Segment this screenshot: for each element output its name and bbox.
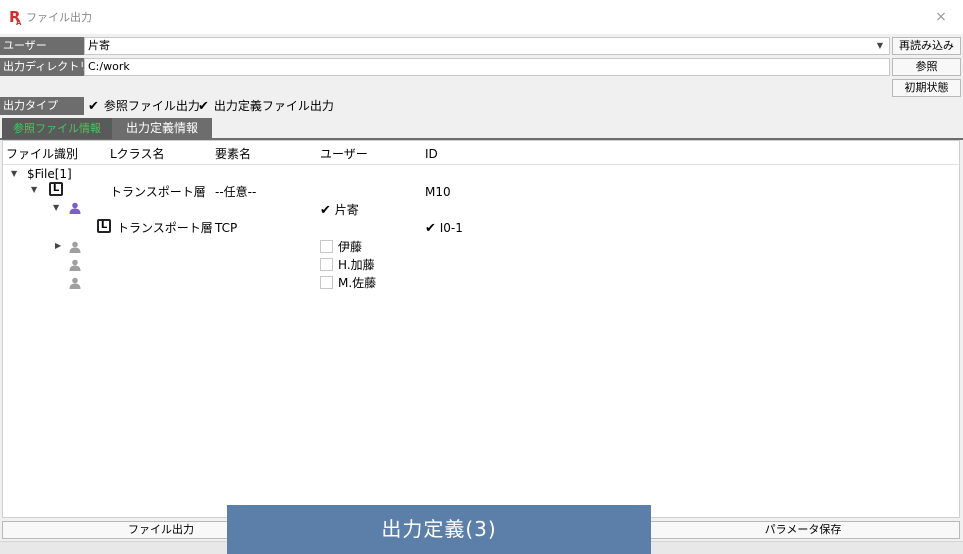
column-header-user[interactable]: ユーザー — [320, 147, 368, 161]
user-name: 片寄 — [334, 203, 359, 217]
tree-row-lclass: トランスポート層 — [117, 221, 213, 235]
ref-file-output-label: 参照ファイル出力 — [103, 99, 200, 113]
expand-toggle-icon[interactable]: ▼ — [53, 201, 59, 215]
column-header-element[interactable]: 要素名 — [215, 147, 251, 161]
chevron-down-icon: ▼ — [876, 41, 883, 50]
tree-root-label[interactable]: $File[1] — [27, 167, 72, 181]
tab-ref-file-info[interactable]: 参照ファイル情報 — [2, 118, 112, 139]
user-name: 伊藤 — [338, 240, 363, 254]
close-button[interactable]: × — [930, 8, 952, 26]
check-icon: ✔ — [198, 99, 209, 114]
column-header-lclass[interactable]: Lクラス名 — [110, 147, 164, 161]
app-logo-icon: RA — [9, 8, 22, 28]
column-header-divider — [3, 164, 959, 165]
tab-output-definition-info[interactable]: 出力定義情報 — [112, 118, 212, 139]
user-icon — [69, 259, 81, 271]
output-type-label: 出力タイプ — [0, 97, 84, 115]
expand-toggle-icon[interactable]: ▼ — [11, 167, 17, 181]
output-directory-label: 出力ディレクトリ — [0, 58, 84, 76]
def-file-output-checkbox[interactable]: ✔ 出力定義ファイル出力 — [198, 97, 334, 115]
browse-button[interactable]: 参照 — [892, 58, 961, 76]
expand-right-icon[interactable]: ▶ — [55, 239, 61, 253]
user-label: ユーザー — [0, 37, 84, 55]
layer-l-icon: L — [49, 182, 63, 196]
output-definition-banner: 出力定義(3) — [227, 505, 651, 554]
user-checkbox[interactable] — [320, 240, 333, 253]
user-select-value: 片寄 — [88, 39, 110, 52]
title-bar — [0, 0, 963, 34]
id-checkbox[interactable]: ✔ I0-1 — [425, 221, 463, 236]
ref-file-output-checkbox[interactable]: ✔ 参照ファイル出力 — [88, 97, 200, 115]
column-header-id[interactable]: ID — [425, 147, 438, 161]
user-checkbox[interactable] — [320, 258, 333, 271]
user-icon — [69, 277, 81, 289]
reload-button[interactable]: 再読み込み — [892, 37, 961, 55]
reset-button[interactable]: 初期状態 — [892, 79, 961, 97]
check-icon: ✔ — [320, 203, 331, 218]
tree-row-id: M10 — [425, 185, 451, 199]
window-title: ファイル出力 — [26, 11, 92, 24]
user-name: H.加藤 — [338, 258, 375, 272]
check-icon: ✔ — [425, 221, 436, 236]
user-icon — [69, 241, 81, 253]
user-checkbox[interactable] — [320, 276, 333, 289]
user-select[interactable]: 片寄 ▼ — [84, 37, 890, 55]
output-directory-input[interactable]: C:/work — [84, 58, 890, 76]
user-icon — [69, 202, 81, 214]
def-file-output-label: 出力定義ファイル出力 — [213, 99, 334, 113]
tree-row-lclass: トランスポート層 — [110, 185, 206, 199]
expand-toggle-icon[interactable]: ▼ — [31, 183, 37, 197]
user-name: M.佐藤 — [338, 276, 377, 290]
tree-row-element: --任意-- — [215, 185, 257, 199]
layer-l-icon: L — [97, 219, 111, 233]
tree-row-element: TCP — [215, 221, 238, 235]
check-icon: ✔ — [88, 99, 99, 114]
user-checkbox-katayose[interactable]: ✔ 片寄 — [320, 203, 359, 218]
column-header-file-id[interactable]: ファイル識別 — [6, 147, 78, 161]
tree-row-id: I0-1 — [439, 221, 463, 235]
parameter-save-button[interactable]: パラメータ保存 — [646, 521, 960, 539]
